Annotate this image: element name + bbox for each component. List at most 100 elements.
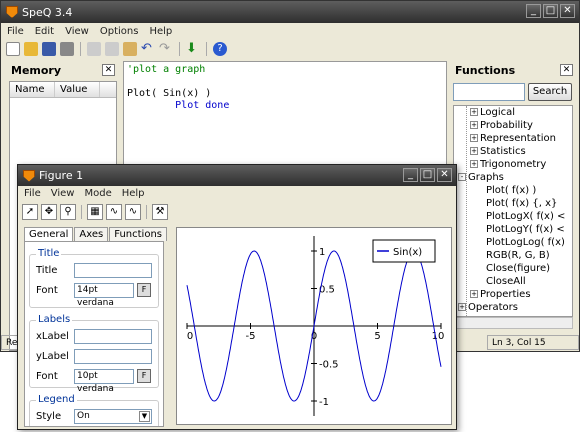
paste-icon[interactable]	[123, 42, 137, 56]
tree-item-label: Plot( f(x) )	[486, 185, 537, 196]
expand-icon[interactable]: +	[470, 121, 478, 129]
close-icon[interactable]: ✕	[102, 64, 115, 76]
expand-icon[interactable]: +	[470, 147, 478, 155]
settings-tools-icon[interactable]: ⚒	[152, 203, 168, 220]
run-icon[interactable]: ⬇	[186, 42, 200, 56]
menu-help[interactable]: Help	[122, 188, 145, 199]
tree-item[interactable]: - Graphs	[454, 171, 572, 184]
tree-item[interactable]: + Statistics	[454, 145, 572, 158]
legend-group: Legend Style On ▼	[29, 394, 159, 426]
open-folder-icon[interactable]	[24, 42, 38, 56]
menu-file[interactable]: File	[7, 26, 24, 37]
tree-item[interactable]: Close(figure)	[454, 262, 572, 275]
close-button[interactable]: ✕	[560, 4, 575, 18]
title-font-field: 14pt verdana	[74, 283, 134, 308]
tree-item[interactable]: PlotLogLog( f(x)	[454, 236, 572, 249]
expand-icon[interactable]: +	[470, 108, 478, 116]
font-label: Font	[36, 285, 58, 296]
tree-item[interactable]: CloseAll	[454, 275, 572, 288]
tab-axes[interactable]: Axes	[74, 227, 109, 241]
copy-icon[interactable]	[105, 42, 119, 56]
collapse-icon[interactable]: -	[458, 173, 466, 181]
tree-item[interactable]: PlotLogY( f(x) <	[454, 223, 572, 236]
maximize-button[interactable]: □	[420, 168, 435, 182]
tree-item[interactable]: + Representation	[454, 132, 572, 145]
new-file-icon[interactable]	[6, 42, 20, 56]
tree-item[interactable]: PlotLogX( f(x) <	[454, 210, 572, 223]
group-heading: Labels	[36, 314, 73, 325]
y-tick-label: -0.5	[319, 360, 339, 371]
labels-font-button[interactable]: F	[137, 369, 151, 383]
expand-icon[interactable]: +	[470, 160, 478, 168]
tree-item[interactable]: + Probability	[454, 119, 572, 132]
save-icon[interactable]	[42, 42, 56, 56]
expand-icon[interactable]: +	[470, 290, 478, 298]
function-tree[interactable]: + Logical + Probability + Representation + Stat…	[453, 105, 573, 317]
menu-file[interactable]: File	[24, 188, 41, 199]
code-line: Plot( Sin(x) )	[127, 88, 212, 99]
menu-options[interactable]: Options	[100, 26, 139, 37]
minimize-button[interactable]: _	[403, 168, 418, 182]
x-tick-label: -5	[246, 331, 256, 342]
close-icon[interactable]: ✕	[560, 64, 573, 76]
group-heading: Legend	[36, 394, 77, 405]
tree-item[interactable]: + Logical	[454, 106, 572, 119]
tree-item[interactable]: + Properties	[454, 288, 572, 301]
plot-log-icon[interactable]: ∿	[125, 203, 141, 220]
menu-help[interactable]: Help	[149, 26, 172, 37]
tab-functions[interactable]: Functions	[109, 227, 167, 241]
undo-icon[interactable]: ↶	[141, 42, 155, 56]
print-icon[interactable]	[60, 42, 74, 56]
functions-panel: Functions ✕ Search + Logical + Probability + R…	[451, 61, 577, 333]
column-value[interactable]: Value	[55, 82, 100, 97]
tree-item-label: Close(figure)	[486, 263, 551, 274]
tree-item[interactable]: + Trigonometry	[454, 158, 572, 171]
help-icon[interactable]: ?	[213, 42, 227, 56]
search-input[interactable]	[453, 83, 525, 101]
grid-icon[interactable]: ▦	[87, 203, 103, 220]
functions-title: Functions	[455, 63, 516, 77]
expand-icon[interactable]: +	[470, 134, 478, 142]
search-button[interactable]: Search	[528, 83, 572, 101]
style-label: Style	[36, 411, 62, 422]
pointer-tool-icon[interactable]: ➚	[22, 203, 38, 220]
tree-item[interactable]: RGB(R, G, B)	[454, 249, 572, 262]
window-title: SpeQ 3.4	[22, 5, 73, 19]
plot-icon[interactable]: ∿	[106, 203, 122, 220]
title-input[interactable]	[74, 263, 152, 278]
cut-icon[interactable]	[87, 42, 101, 56]
close-button[interactable]: ✕	[437, 168, 452, 182]
app-logo-icon	[6, 6, 18, 18]
expand-icon[interactable]: +	[458, 303, 466, 311]
menu-view[interactable]: View	[65, 26, 89, 37]
tree-item-label: RGB(R, G, B)	[486, 250, 550, 261]
horizontal-scrollbar[interactable]	[453, 317, 573, 329]
menu-view[interactable]: View	[51, 188, 75, 199]
tree-item[interactable]: Plot( f(x) {, x}	[454, 197, 572, 210]
redo-icon[interactable]: ↷	[159, 42, 173, 56]
figure-title-bar[interactable]: Figure 1 _ □ ✕	[18, 165, 456, 186]
tree-item[interactable]: Plot( f(x) )	[454, 184, 572, 197]
plot-area[interactable]: 0 -5 0 5 10 -1 -0.5 0.5 1 Sin(x)	[176, 227, 452, 425]
title-bar[interactable]: SpeQ 3.4 _ □ ✕	[1, 1, 579, 23]
tree-item-label: CloseAll	[486, 276, 526, 287]
pan-tool-icon[interactable]: ✥	[41, 203, 57, 220]
menu-edit[interactable]: Edit	[35, 26, 54, 37]
zoom-tool-icon[interactable]: ⚲	[60, 203, 76, 220]
maximize-button[interactable]: □	[543, 4, 558, 18]
sine-plot[interactable]: 0 -5 0 5 10-1-0.50.51 Sin(x)	[177, 228, 451, 424]
chevron-down-icon[interactable]: ▼	[139, 411, 150, 422]
title-font-button[interactable]: F	[137, 283, 151, 297]
menu-mode[interactable]: Mode	[84, 188, 111, 199]
xlabel-label: xLabel	[36, 331, 69, 342]
xlabel-input[interactable]	[74, 329, 152, 344]
minimize-button[interactable]: _	[526, 4, 541, 18]
legend-style-select[interactable]: On ▼	[74, 409, 152, 424]
tree-item-label: Properties	[480, 289, 531, 300]
ylabel-input[interactable]	[74, 349, 152, 364]
tab-general[interactable]: General	[24, 227, 74, 241]
tree-item[interactable]: + Operators	[454, 301, 572, 314]
app-logo-icon	[23, 169, 35, 182]
column-name[interactable]: Name	[10, 82, 55, 97]
